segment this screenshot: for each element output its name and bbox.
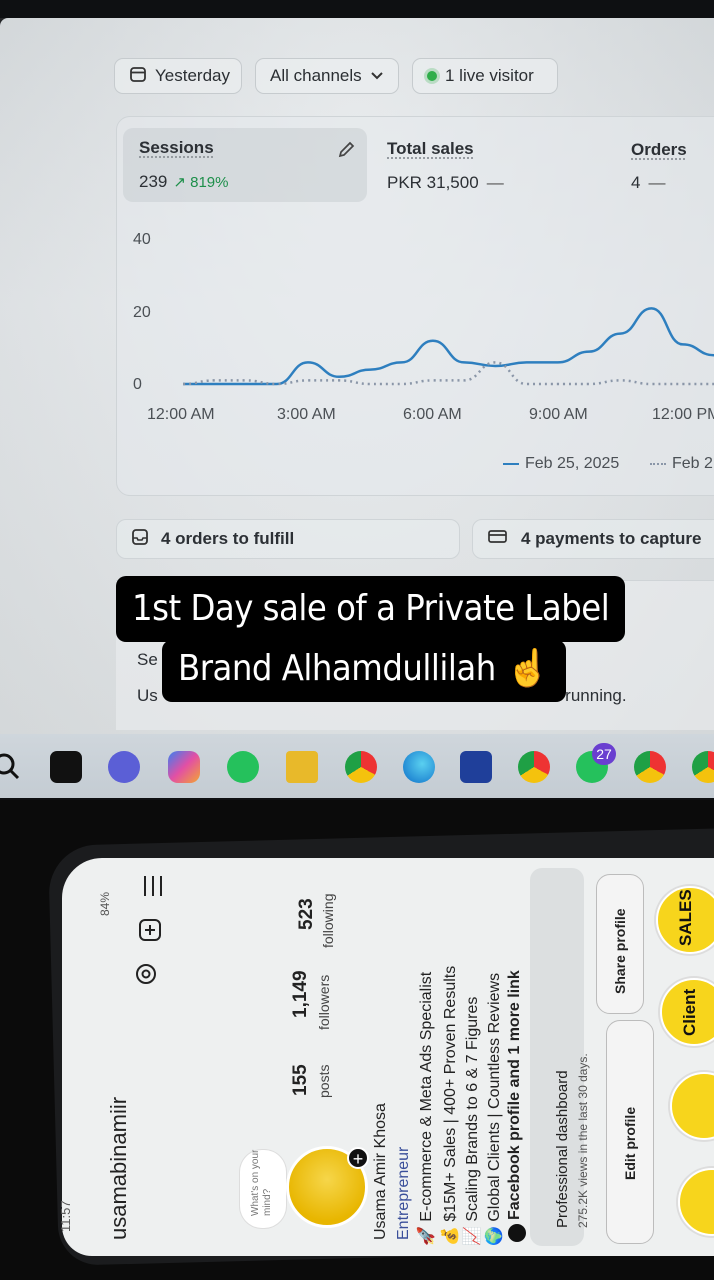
link-icon — [508, 1224, 526, 1242]
x-tick: 12:00 PM — [652, 406, 714, 423]
status-time: 11:57 — [58, 1200, 73, 1232]
story-caption-line-2: Brand Alhamdullilah ☝️ — [162, 640, 566, 702]
bio-line: 📈 Scaling Brands to 6 & 7 Figures — [464, 996, 481, 1246]
posts-count: 155 — [290, 1064, 311, 1096]
bio-line: 🚀 E-commerce & Meta Ads Specialist — [418, 971, 435, 1246]
orders-to-fulfill-label: 4 orders to fulfill — [161, 529, 295, 548]
create-post-icon[interactable] — [138, 918, 162, 947]
legend-label: Feb 25, 2025 — [525, 455, 620, 472]
chrome-profile-icon[interactable] — [518, 751, 550, 783]
search-icon[interactable] — [0, 752, 22, 787]
legend-label: Feb 2 — [672, 455, 713, 472]
following-label[interactable]: following — [320, 894, 336, 948]
whatsapp-icon[interactable] — [227, 751, 259, 783]
battery-level: 84% — [98, 891, 112, 916]
copilot-icon[interactable] — [168, 751, 200, 783]
orders-to-fulfill-button[interactable]: 4 orders to fulfill — [116, 519, 460, 559]
profile-category: Entrepreneur — [395, 1146, 412, 1240]
profile-name: Usama Amir Khosa — [372, 1103, 389, 1240]
legend-item-previous: Feb 2 — [650, 455, 713, 473]
legend-item-current: Feb 25, 2025 — [503, 455, 619, 473]
edge-icon[interactable] — [403, 751, 435, 783]
chrome-icon[interactable] — [345, 751, 377, 783]
story-caption-line-1: 1st Day sale of a Private Label — [116, 576, 626, 642]
file-explorer-icon[interactable] — [286, 751, 318, 783]
edit-profile-label: Edit profile — [622, 1106, 638, 1180]
notification-badge: 27 — [592, 743, 616, 765]
sessions-line-chart — [182, 307, 714, 386]
series-line-0 — [182, 307, 714, 386]
highlight-client-label: Client — [680, 988, 699, 1036]
payments-to-capture-label: 4 payments to capture — [521, 529, 702, 548]
followers-count[interactable]: 1,149 — [290, 970, 312, 1018]
series-line-1 — [182, 361, 714, 386]
payments-to-capture-button[interactable]: 4 payments to capture — [472, 519, 714, 559]
x-tick: 6:00 AM — [403, 406, 462, 423]
share-profile-label: Share profile — [612, 908, 628, 994]
store-icon[interactable] — [460, 751, 492, 783]
inbox-icon — [131, 528, 149, 551]
x-tick: 9:00 AM — [529, 406, 588, 423]
followers-label[interactable]: followers — [316, 975, 332, 1030]
note-bubble-text: What's on your mind? — [250, 1149, 273, 1216]
bio-line: 🌍 Global Clients | Countless Reviews — [486, 972, 503, 1246]
x-tick: 3:00 AM — [277, 406, 336, 423]
avatar[interactable]: + — [286, 1146, 369, 1228]
legend-solid-swatch — [503, 462, 519, 465]
setup-title-fragment: Se — [137, 650, 158, 669]
teams-icon[interactable] — [108, 751, 140, 783]
profile-links[interactable]: Facebook profile and 1 more link — [506, 970, 524, 1220]
payment-icon — [487, 529, 509, 550]
chrome-secondary-icon[interactable] — [634, 751, 666, 783]
setup-text-fragment: Us — [137, 686, 158, 705]
profile-username[interactable]: usamabinamiir — [106, 1097, 132, 1240]
dashboard-title: Professional dashboard — [554, 1070, 571, 1228]
x-tick: 12:00 AM — [147, 406, 215, 423]
dashboard-subtitle: 275.2K views in the last 30 days. — [576, 1053, 590, 1228]
bio-line: 💰 $15M+ Sales | 400+ Proven Results — [442, 965, 459, 1246]
add-story-icon[interactable]: + — [347, 1147, 369, 1169]
posts-label: posts — [316, 1064, 332, 1098]
legend-dotted-swatch — [650, 462, 666, 465]
highlight-sales-label: SALES — [676, 889, 695, 946]
following-count[interactable]: 523 — [296, 898, 318, 930]
threads-icon[interactable] — [134, 962, 158, 991]
task-view-icon[interactable] — [50, 751, 82, 783]
menu-icon[interactable] — [142, 874, 164, 903]
